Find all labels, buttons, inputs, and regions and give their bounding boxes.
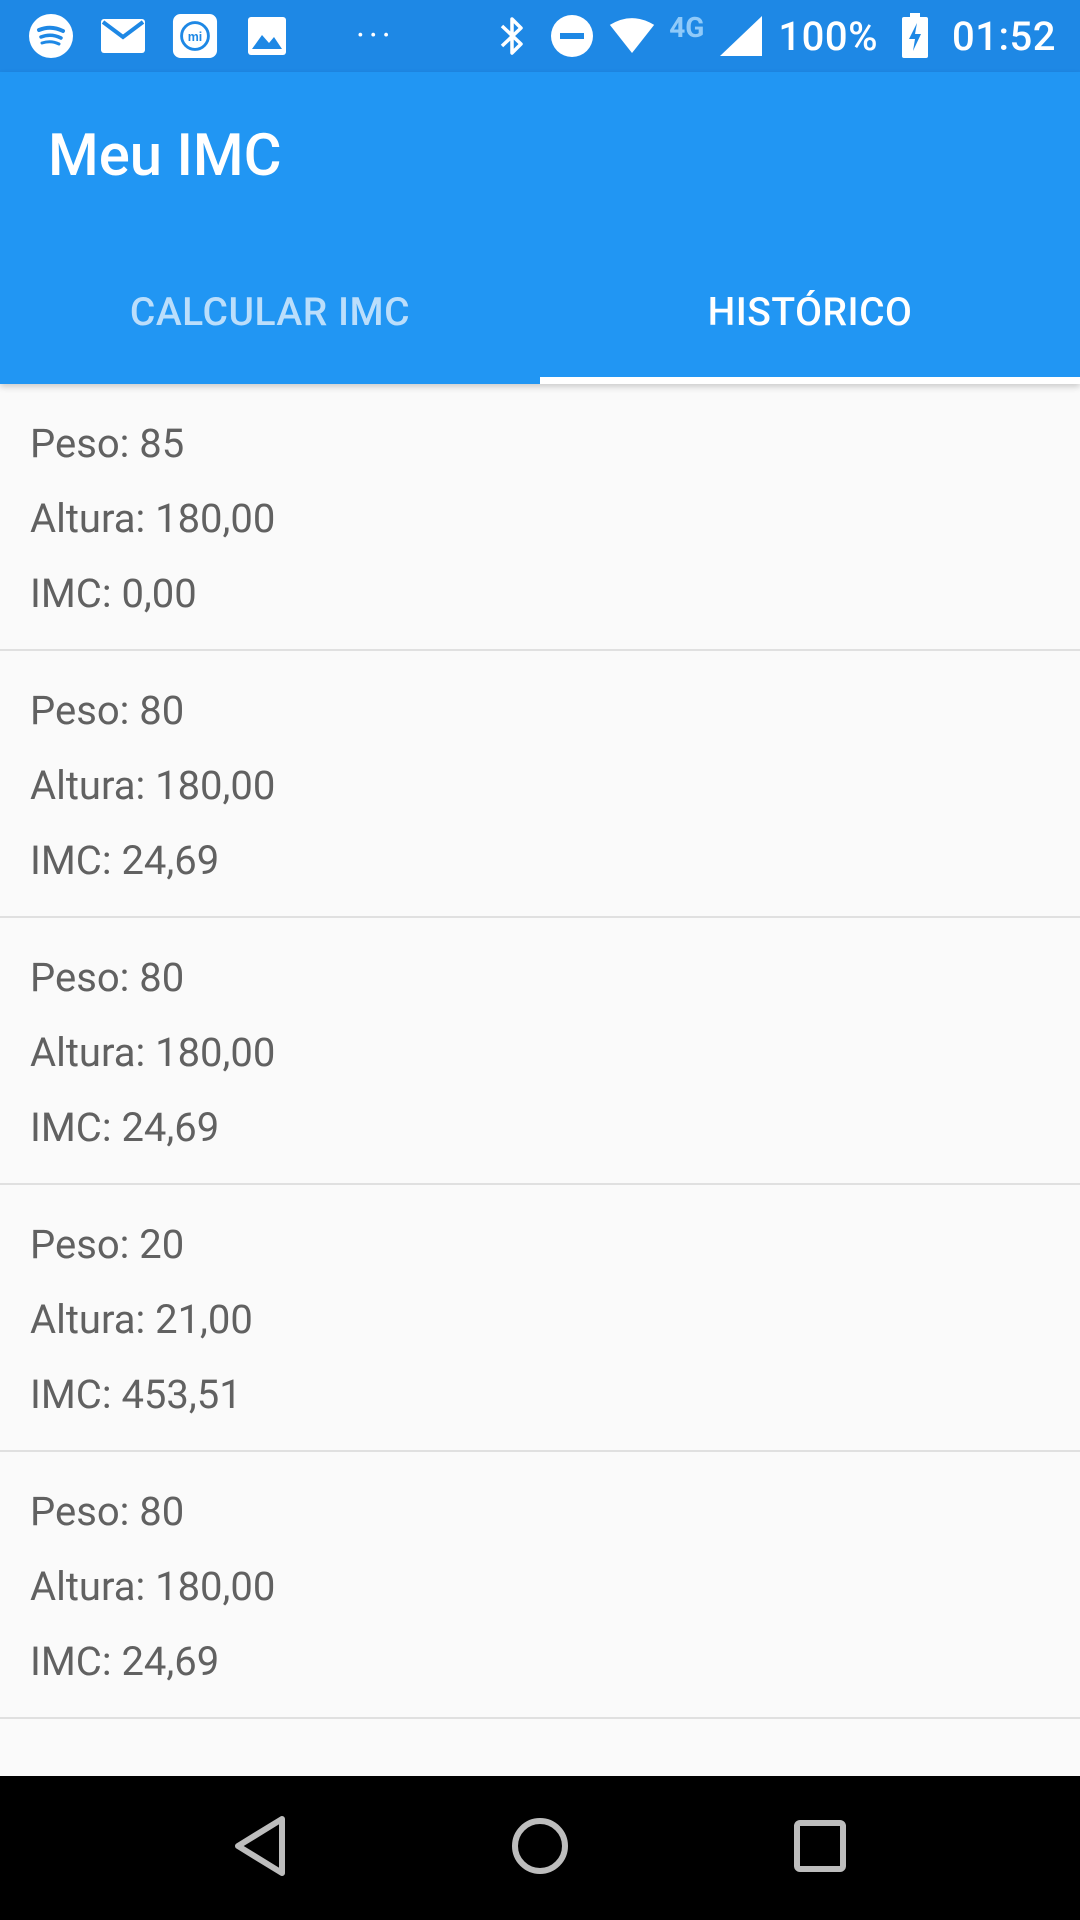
do-not-disturb-icon <box>549 13 595 59</box>
altura-label: Altura: 180,00 <box>30 762 276 809</box>
svg-text:mi: mi <box>188 30 203 44</box>
imc-label: IMC: 0,00 <box>30 570 197 617</box>
list-item[interactable]: Peso: 80 Altura: 180,00 IMC: 24,69 <box>0 651 1080 918</box>
altura-label: Altura: 180,00 <box>30 1563 276 1610</box>
app-title: Meu IMC <box>48 122 282 190</box>
altura-label: Altura: 180,00 <box>30 1029 276 1076</box>
imc-label: IMC: 24,69 <box>30 1104 220 1151</box>
back-icon <box>232 1815 288 1881</box>
network-type: 4G <box>669 10 705 44</box>
wifi-icon <box>609 13 655 59</box>
imc-label: IMC: 24,69 <box>30 837 220 884</box>
app-bar: Meu IMC CALCULAR IMC HISTÓRICO <box>0 72 1080 384</box>
mail-icon <box>100 13 146 59</box>
list-item[interactable]: Peso: 20 Altura: 21,00 IMC: 453,51 <box>0 1185 1080 1452</box>
list-item[interactable]: Peso: 85 Altura: 180,00 IMC: 0,00 <box>0 384 1080 651</box>
home-button[interactable] <box>500 1808 580 1888</box>
altura-label: Altura: 21,00 <box>30 1296 253 1343</box>
bluetooth-icon <box>489 13 535 59</box>
navigation-bar <box>0 1776 1080 1920</box>
spotify-icon <box>28 13 74 59</box>
more-dots-icon: ··· <box>356 16 395 56</box>
tab-bar: CALCULAR IMC HISTÓRICO <box>0 240 1080 384</box>
recents-button[interactable] <box>780 1808 860 1888</box>
altura-label: Altura: 180,00 <box>30 495 276 542</box>
mi-fit-icon: mi <box>172 13 218 59</box>
imc-label: IMC: 24,69 <box>30 1638 220 1685</box>
battery-charging-icon <box>892 13 938 59</box>
tab-calcular-imc[interactable]: CALCULAR IMC <box>0 240 540 384</box>
signal-icon <box>718 13 764 59</box>
history-list[interactable]: Peso: 85 Altura: 180,00 IMC: 0,00 Peso: … <box>0 384 1080 1776</box>
imc-label: IMC: 453,51 <box>30 1371 242 1418</box>
list-item[interactable]: Peso: 80 Altura: 180,00 IMC: 24,69 <box>0 1452 1080 1719</box>
recents-icon <box>793 1819 847 1877</box>
status-bar: mi ··· 4G 100% 01:52 <box>0 0 1080 72</box>
peso-label: Peso: 20 <box>30 1221 185 1268</box>
gallery-icon <box>244 13 290 59</box>
back-button[interactable] <box>220 1808 300 1888</box>
peso-label: Peso: 80 <box>30 954 185 1001</box>
tab-historico[interactable]: HISTÓRICO <box>540 240 1080 384</box>
peso-label: Peso: 85 <box>30 420 185 467</box>
list-item[interactable]: Peso: 80 Altura: 180,00 IMC: 24,69 <box>0 918 1080 1185</box>
clock: 01:52 <box>952 12 1056 60</box>
home-icon <box>510 1816 570 1880</box>
battery-percentage: 100% <box>778 12 879 60</box>
peso-label: Peso: 80 <box>30 1488 185 1535</box>
peso-label: Peso: 80 <box>30 687 185 734</box>
